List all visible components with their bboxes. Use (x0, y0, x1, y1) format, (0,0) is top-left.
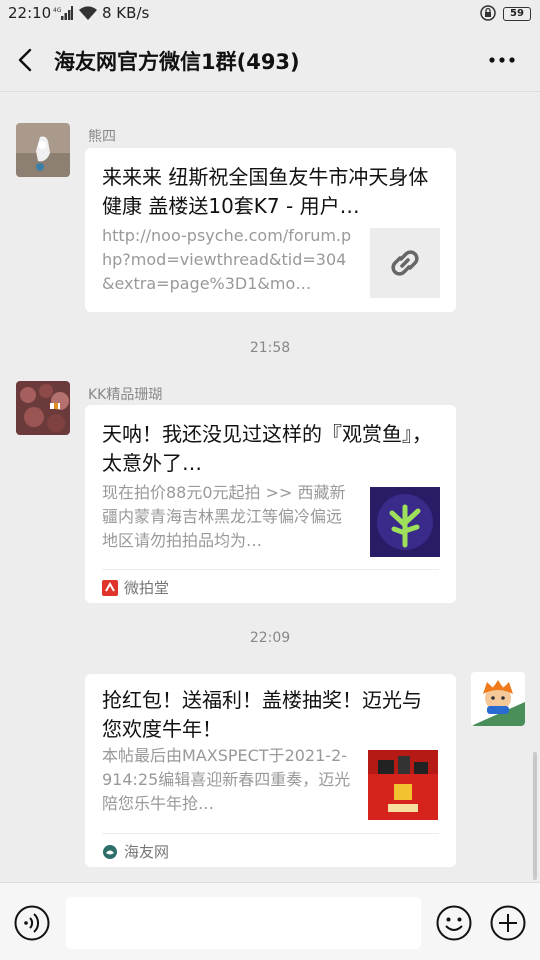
chat-title: 海友网官方微信1群(493) (54, 50, 300, 74)
card-thumbnail (370, 228, 440, 298)
card-divider (102, 569, 439, 570)
sender-name: 熊四 (88, 129, 116, 145)
avatar-kk-coral[interactable] (16, 381, 70, 435)
card-thumbnail (368, 750, 438, 820)
avatar-image (16, 381, 70, 435)
timestamp: 22:09 (249, 630, 291, 646)
rotation-lock-icon (480, 5, 496, 21)
back-arrow-icon[interactable] (14, 46, 38, 74)
card-title: 来来来 纽斯祝全国鱼友牛市冲天身体健康 盖楼送10套K7 - 用户… (102, 165, 429, 218)
link-icon (391, 250, 419, 276)
timestamp: 21:58 (249, 340, 291, 356)
status-time: 22:10 (8, 4, 52, 22)
card-description: 现在拍价88元0元起拍 >> 西藏新疆内蒙青海吉林黑龙江等偏冷偏远地区请勿拍拍品… (102, 483, 346, 550)
input-bar (0, 882, 540, 960)
plus-icon[interactable] (490, 905, 526, 941)
card-source: 海友网 (102, 841, 169, 862)
more-options-icon[interactable] (488, 52, 516, 68)
signal-icon: 4G (53, 6, 73, 20)
card-divider (102, 833, 439, 834)
wifi-icon (79, 6, 97, 20)
card-thumbnail (370, 487, 440, 557)
status-bar: 22:10 4G 8 KB/s 59 (0, 0, 540, 28)
battery-indicator: 59 (503, 7, 531, 21)
card-description: http://noo-psyche.com/forum.php?mod=view… (102, 226, 352, 293)
sender-name: KK精品珊瑚 (88, 387, 163, 403)
message-input[interactable] (66, 897, 421, 949)
avatar-image (471, 672, 525, 726)
emoji-icon[interactable] (436, 905, 472, 941)
haiyouwang-icon (103, 844, 117, 859)
card-source-name: 微拍堂 (124, 579, 170, 597)
coral-image (370, 487, 440, 557)
weipaitang-icon (102, 579, 118, 596)
network-speed: 8 KB/s (102, 4, 150, 22)
avatar-image (16, 123, 70, 177)
avatar-xiongsi[interactable] (16, 123, 70, 177)
avatar-self[interactable] (471, 672, 525, 726)
voice-icon[interactable] (14, 905, 50, 941)
card-source-name: 海友网 (124, 843, 170, 861)
link-card[interactable]: 来来来 纽斯祝全国鱼友牛市冲天身体健康 盖楼送10套K7 - 用户… http:… (85, 148, 456, 312)
link-card[interactable]: 天呐！我还没见过这样的『观赏鱼』，太意外了… 现在拍价88元0元起拍 >> 西藏… (85, 405, 456, 603)
card-title: 抢红包！送福利！盖楼抽奖！迈光与您欢度牛年！ (102, 688, 422, 741)
svg-text:4G: 4G (53, 7, 62, 14)
card-description: 本帖最后由MAXSPECT于2021-2-914:25编辑喜迎新春四重奏，迈光陪… (102, 746, 351, 813)
card-title: 天呐！我还没见过这样的『观赏鱼』，太意外了… (102, 422, 432, 475)
link-card[interactable]: 抢红包！送福利！盖楼抽奖！迈光与您欢度牛年！ 本帖最后由MAXSPECT于202… (85, 674, 456, 867)
card-source: 微拍堂 (102, 577, 169, 598)
scrollbar[interactable] (533, 752, 537, 880)
chat-header: 海友网官方微信1群(493) (0, 28, 540, 92)
promo-image (368, 750, 438, 820)
